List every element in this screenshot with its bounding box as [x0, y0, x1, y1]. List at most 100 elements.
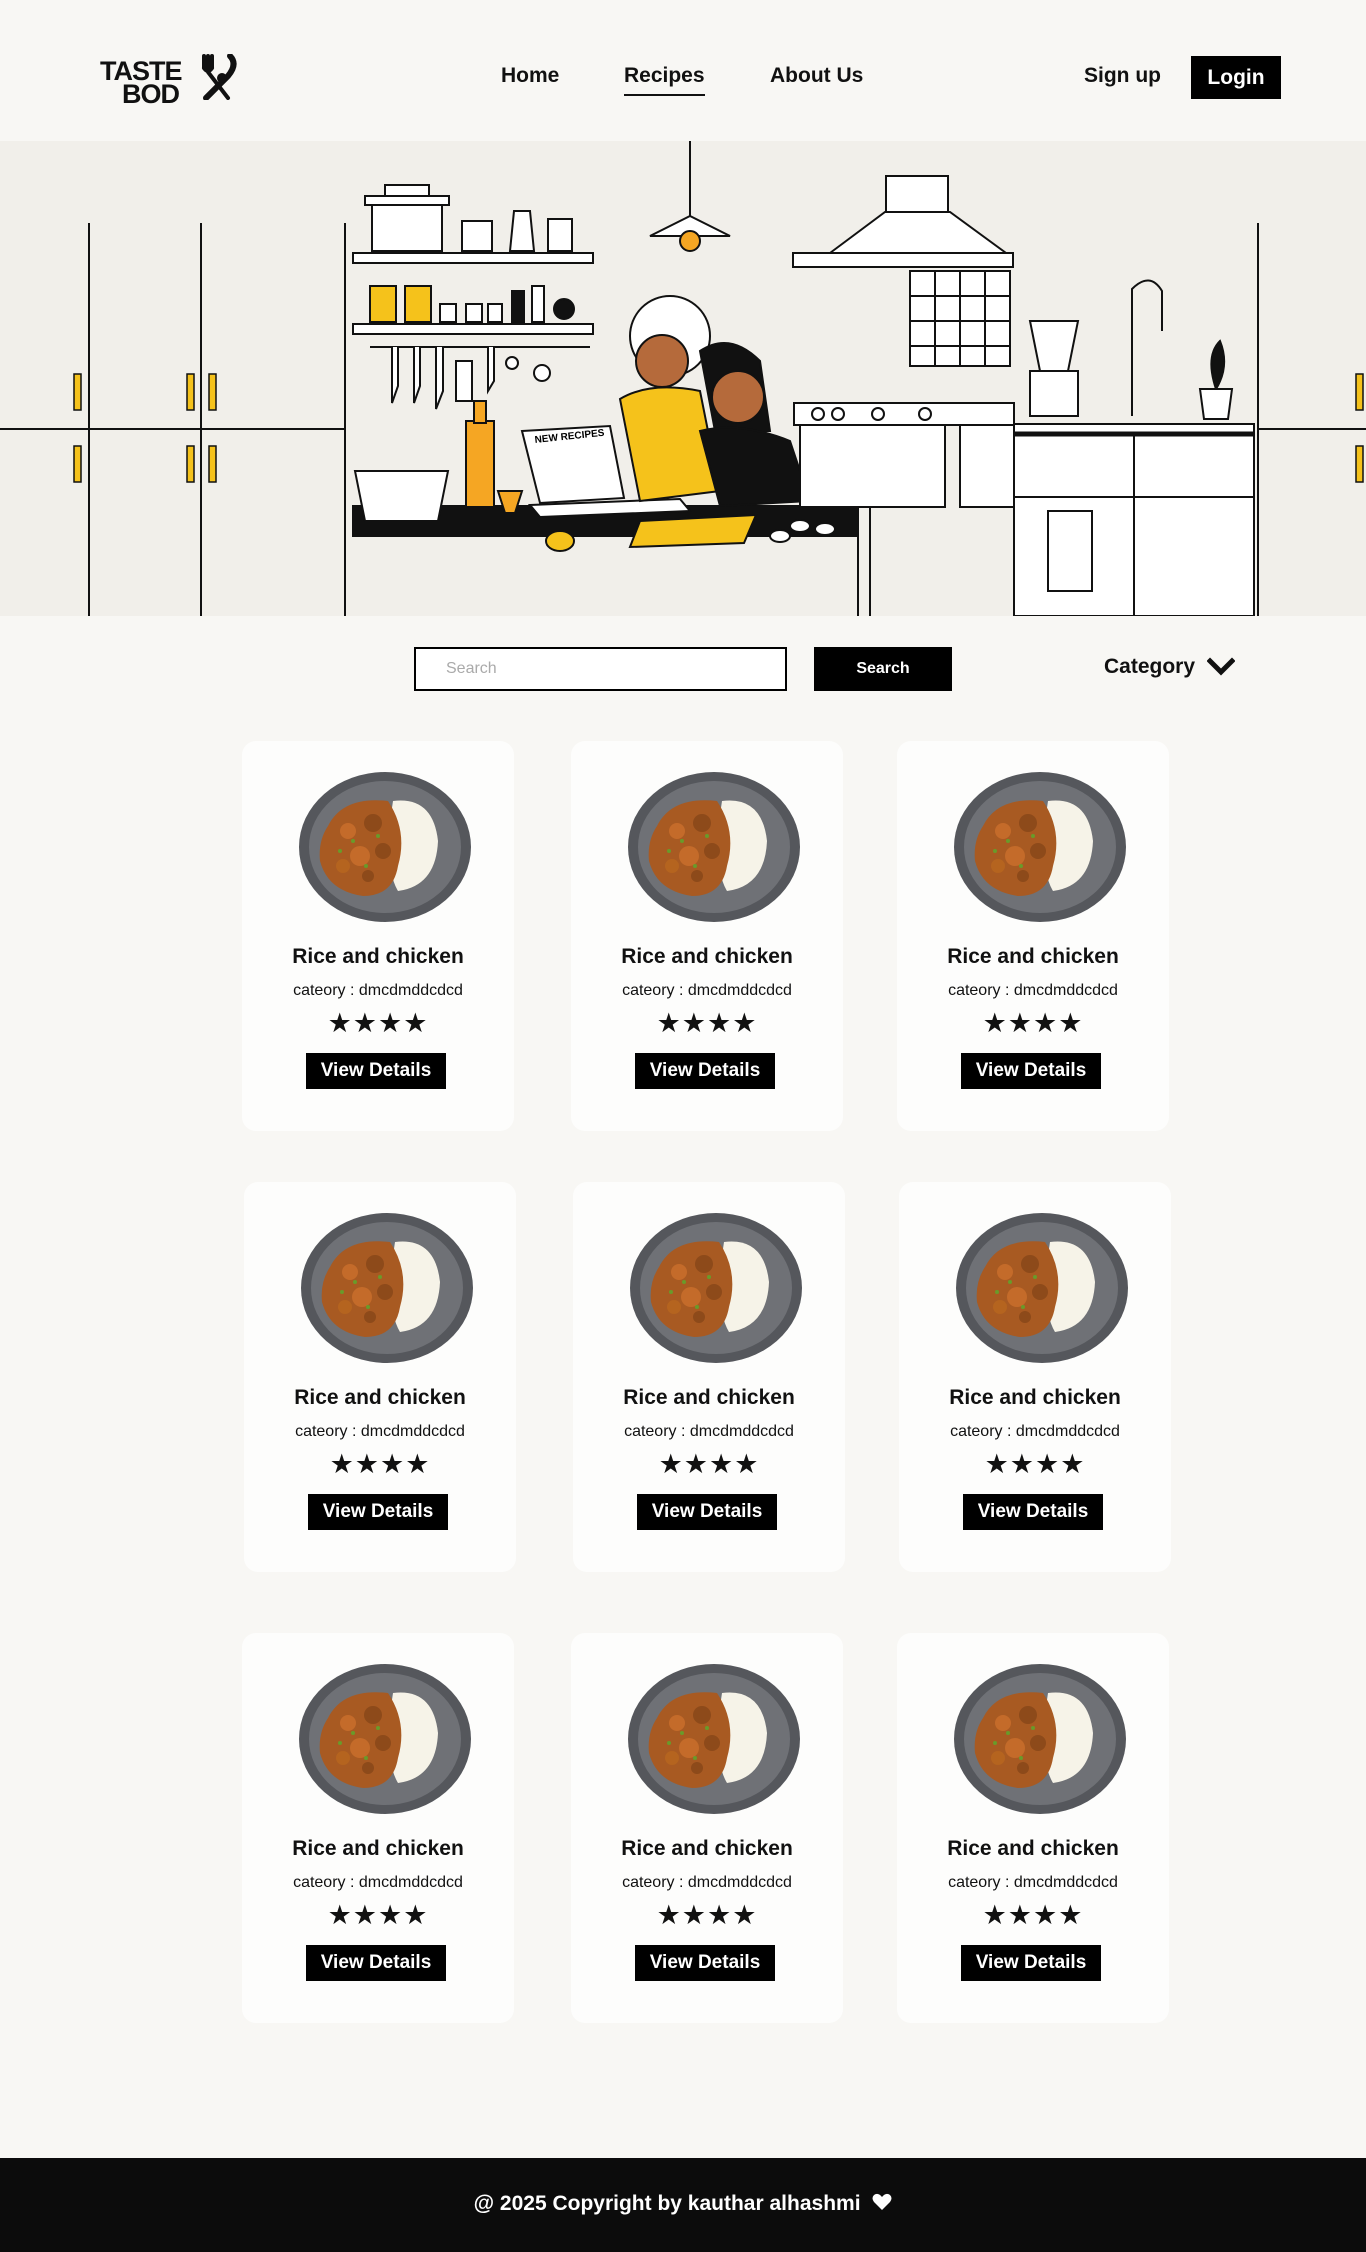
kitchen-illustration: NEW RECIPES: [0, 141, 1366, 616]
site-header: TASTE BOD Home Recipes About Us Sign up …: [0, 0, 1366, 141]
search-button[interactable]: Search: [814, 647, 952, 691]
star-icon: ★: [732, 1008, 758, 1038]
recipe-title: Rice and chicken: [947, 945, 1119, 968]
star-icon: ★: [329, 1449, 355, 1479]
recipe-image: [300, 1212, 474, 1364]
recipe-category: cateory : dmcdmddcdcd: [293, 982, 463, 999]
copyright-text: @ 2025 Copyright by kauthar alhashmi: [473, 2192, 861, 2215]
recipe-card: Rice and chicken cateory : dmcdmddcdcd ★…: [242, 741, 514, 1131]
recipe-card: Rice and chicken cateory : dmcdmddcdcd ★…: [897, 1633, 1169, 2023]
logo-word-bod: BOD: [122, 79, 180, 109]
star-icon: ★: [734, 1449, 760, 1479]
star-icon: ★: [681, 1008, 707, 1038]
logo[interactable]: TASTE BOD: [100, 52, 240, 109]
star-icon: ★: [378, 1008, 404, 1038]
recipe-category: cateory : dmcdmddcdcd: [622, 1874, 792, 1891]
star-icon: ★: [732, 1900, 758, 1930]
star-icon: ★: [327, 1008, 353, 1038]
view-details-button[interactable]: View Details: [635, 1945, 775, 1981]
star-icon: ★: [327, 1900, 353, 1930]
recipe-category: cateory : dmcdmddcdcd: [622, 982, 792, 999]
star-icon: ★: [982, 1900, 1008, 1930]
star-icon: ★: [1035, 1449, 1061, 1479]
recipe-card: Rice and chicken cateory : dmcdmddcdcd ★…: [571, 741, 843, 1131]
recipe-card: Rice and chicken cateory : dmcdmddcdcd ★…: [899, 1182, 1171, 1572]
star-icon: ★: [681, 1900, 707, 1930]
star-icon: ★: [656, 1008, 682, 1038]
recipe-card: Rice and chicken cateory : dmcdmddcdcd ★…: [897, 741, 1169, 1131]
recipe-category: cateory : dmcdmddcdcd: [950, 1423, 1120, 1440]
view-details-button[interactable]: View Details: [961, 1945, 1101, 1981]
recipe-image: [953, 771, 1127, 923]
star-icon: ★: [1033, 1900, 1059, 1930]
recipe-title: Rice and chicken: [949, 1386, 1121, 1409]
star-icon: ★: [984, 1449, 1010, 1479]
star-icon: ★: [378, 1900, 404, 1930]
nav-home[interactable]: Home: [501, 64, 559, 88]
recipe-card: Rice and chicken cateory : dmcdmddcdcd ★…: [242, 1633, 514, 2023]
search-input[interactable]: [414, 647, 787, 691]
recipe-title: Rice and chicken: [947, 1837, 1119, 1860]
star-icon: ★: [707, 1008, 733, 1038]
hero-illustration: NEW RECIPES: [0, 141, 1366, 616]
star-icon: ★: [683, 1449, 709, 1479]
recipe-rating: ★★★★: [244, 1449, 516, 1480]
recipe-category: cateory : dmcdmddcdcd: [295, 1423, 465, 1440]
star-icon: ★: [354, 1449, 380, 1479]
nav-about-us[interactable]: About Us: [770, 64, 863, 88]
view-details-button[interactable]: View Details: [963, 1494, 1103, 1530]
star-icon: ★: [1058, 1900, 1084, 1930]
star-icon: ★: [1007, 1900, 1033, 1930]
star-icon: ★: [405, 1449, 431, 1479]
recipe-title: Rice and chicken: [292, 1837, 464, 1860]
star-icon: ★: [352, 1900, 378, 1930]
star-icon: ★: [352, 1008, 378, 1038]
recipe-category: cateory : dmcdmddcdcd: [948, 982, 1118, 999]
recipe-image: [953, 1663, 1127, 1815]
recipe-image: [298, 771, 472, 923]
view-details-button[interactable]: View Details: [306, 1053, 446, 1089]
recipe-title: Rice and chicken: [621, 1837, 793, 1860]
recipe-image: [298, 1663, 472, 1815]
view-details-button[interactable]: View Details: [308, 1494, 448, 1530]
recipe-category: cateory : dmcdmddcdcd: [293, 1874, 463, 1891]
recipe-image: [627, 1663, 801, 1815]
star-icon: ★: [1058, 1008, 1084, 1038]
recipe-title: Rice and chicken: [623, 1386, 795, 1409]
recipe-category: cateory : dmcdmddcdcd: [948, 1874, 1118, 1891]
view-details-button[interactable]: View Details: [961, 1053, 1101, 1089]
recipe-category: cateory : dmcdmddcdcd: [624, 1423, 794, 1440]
heart-icon: [872, 2193, 892, 2210]
site-footer: @ 2025 Copyright by kauthar alhashmi: [0, 2158, 1366, 2252]
recipe-image: [627, 771, 801, 923]
recipe-rating: ★★★★: [897, 1008, 1169, 1039]
recipe-rating: ★★★★: [571, 1900, 843, 1931]
star-icon: ★: [1033, 1008, 1059, 1038]
sign-up-link[interactable]: Sign up: [1084, 64, 1161, 88]
recipe-rating: ★★★★: [242, 1008, 514, 1039]
star-icon: ★: [658, 1449, 684, 1479]
nav-recipes[interactable]: Recipes: [624, 64, 705, 96]
recipe-card: Rice and chicken cateory : dmcdmddcdcd ★…: [244, 1182, 516, 1572]
recipe-title: Rice and chicken: [621, 945, 793, 968]
star-icon: ★: [1009, 1449, 1035, 1479]
recipe-image: [629, 1212, 803, 1364]
recipe-title: Rice and chicken: [292, 945, 464, 968]
star-icon: ★: [403, 1008, 429, 1038]
chevron-down-icon: [1207, 657, 1236, 676]
view-details-button[interactable]: View Details: [306, 1945, 446, 1981]
recipe-rating: ★★★★: [899, 1449, 1171, 1480]
category-dropdown[interactable]: Category: [1104, 655, 1236, 679]
recipe-card: Rice and chicken cateory : dmcdmddcdcd ★…: [573, 1182, 845, 1572]
view-details-button[interactable]: View Details: [637, 1494, 777, 1530]
copyright-line: @ 2025 Copyright by kauthar alhashmi: [0, 2192, 1366, 2216]
star-icon: ★: [709, 1449, 735, 1479]
star-icon: ★: [380, 1449, 406, 1479]
login-button[interactable]: Login: [1191, 56, 1281, 99]
recipe-rating: ★★★★: [242, 1900, 514, 1931]
recipe-rating: ★★★★: [573, 1449, 845, 1480]
view-details-button[interactable]: View Details: [635, 1053, 775, 1089]
recipe-card: Rice and chicken cateory : dmcdmddcdcd ★…: [571, 1633, 843, 2023]
star-icon: ★: [403, 1900, 429, 1930]
category-label: Category: [1104, 655, 1196, 678]
